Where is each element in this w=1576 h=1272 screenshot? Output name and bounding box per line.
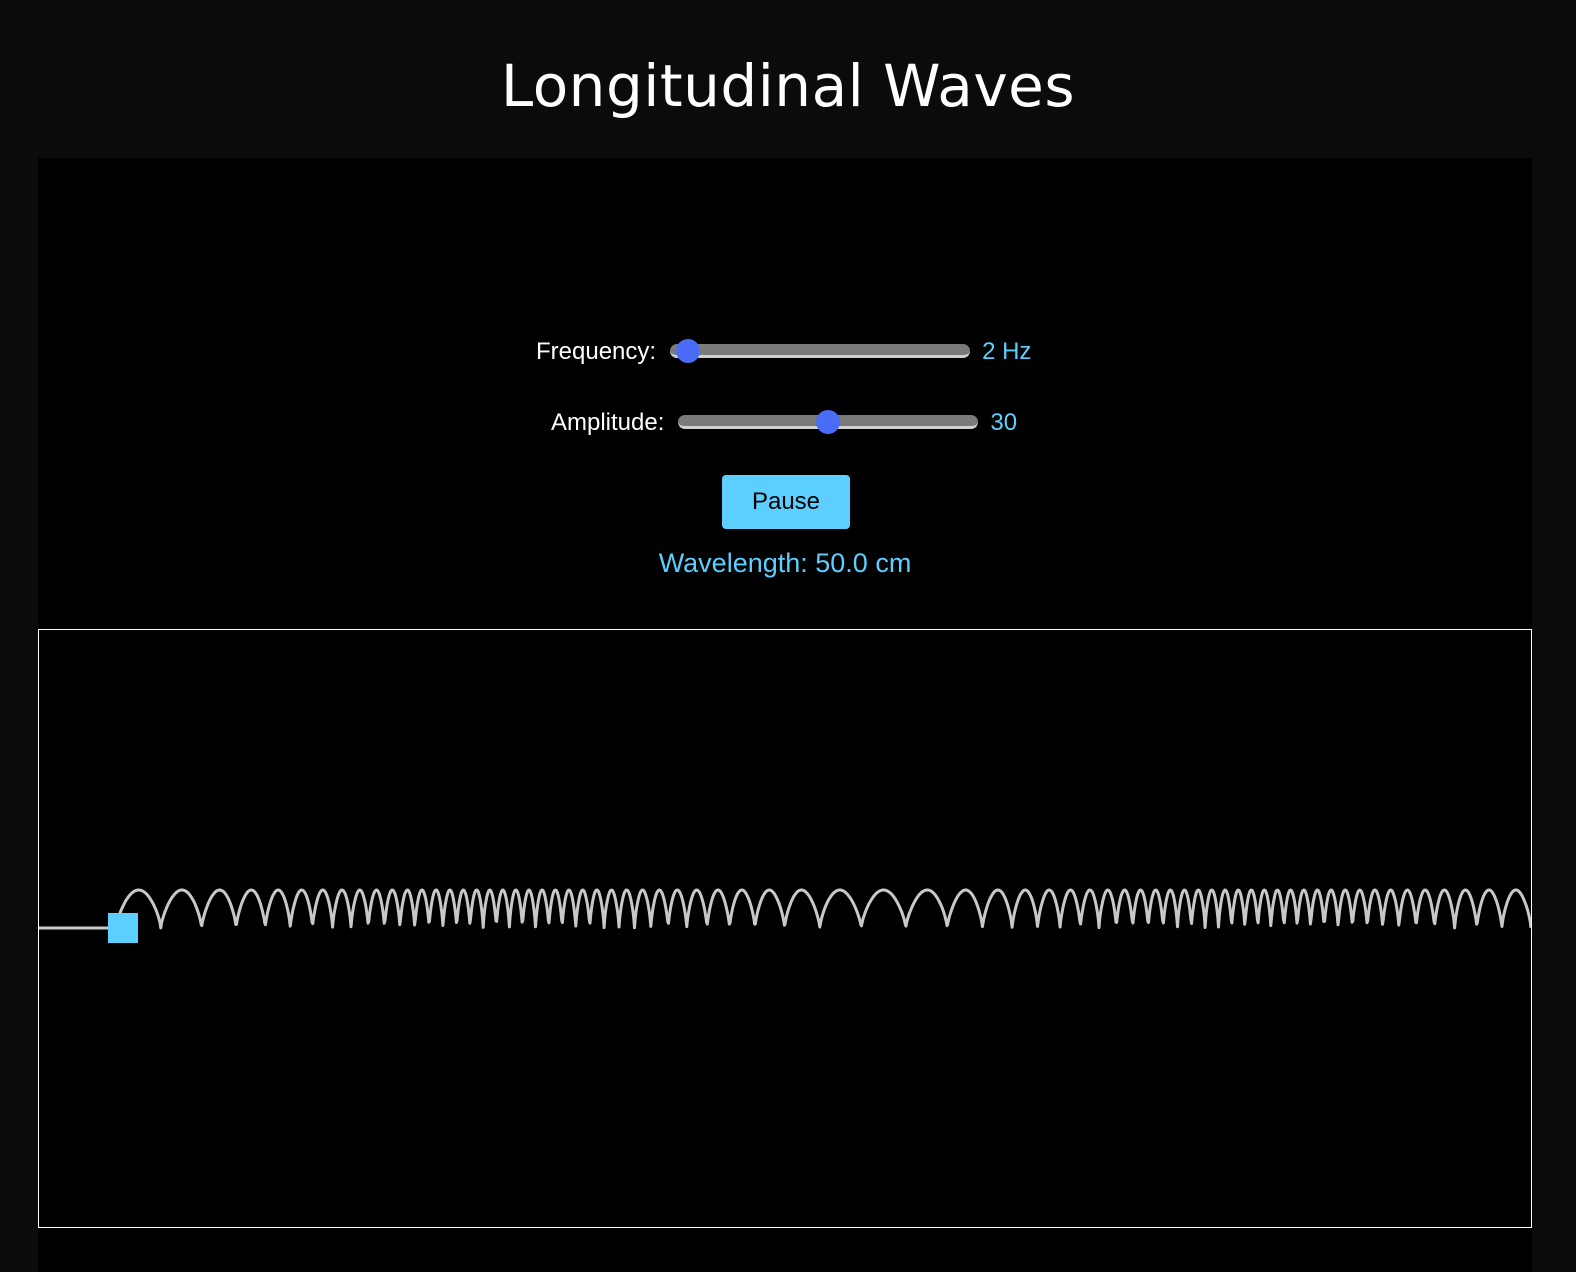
amplitude-slider[interactable] [678,410,979,434]
frequency-slider-thumb[interactable] [675,339,700,363]
amplitude-slider-thumb[interactable] [816,410,841,434]
frequency-control: Frequency: 2 Hz [536,338,1031,366]
amplitude-control: Amplitude: 30 [551,409,1017,437]
frequency-value: 2 Hz [982,338,1032,365]
amplitude-label: Amplitude: [551,409,665,436]
amplitude-value: 30 [990,409,1018,436]
frequency-slider-track[interactable] [670,344,971,358]
driver-block[interactable] [108,913,138,943]
wave-drawing [39,888,1531,943]
wave-canvas [38,629,1532,1228]
frequency-slider[interactable] [670,339,971,363]
spring-coil [115,888,1531,930]
pause-button[interactable]: Pause [722,475,850,529]
page-title: Longitudinal Waves [500,52,1076,120]
wavelength-readout: Wavelength: 50.0 cm [658,548,912,578]
frequency-label: Frequency: [536,338,657,365]
